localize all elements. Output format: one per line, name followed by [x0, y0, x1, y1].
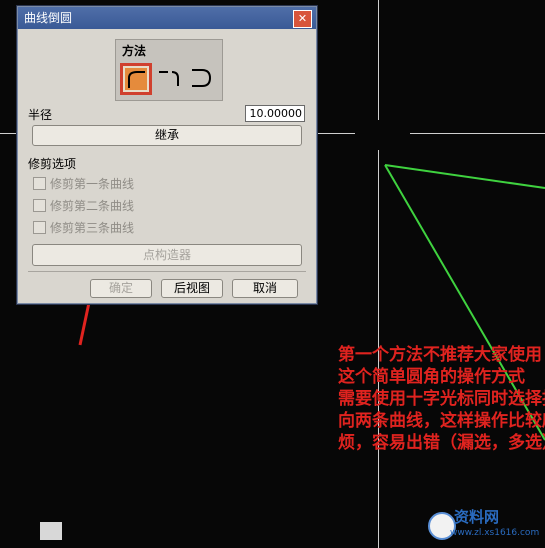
trim-options-label: 修剪选项 — [28, 157, 77, 171]
back-button[interactable]: 后视图 — [161, 279, 223, 298]
annotation-line: 这个简单圆角的操作方式 — [338, 367, 525, 387]
curve-line-1 — [384, 164, 545, 189]
method-simple-fillet-button[interactable] — [120, 63, 152, 95]
watermark-title: 资料网 — [454, 508, 500, 526]
cancel-button[interactable]: 取消 — [232, 279, 298, 298]
trim-first-checkbox[interactable] — [33, 177, 46, 190]
method-group: 方法 — [115, 39, 223, 101]
annotation-line: 向两条曲线，这样操作比较麻 — [338, 411, 545, 431]
radius-input[interactable]: 10.00000 — [245, 105, 305, 122]
point-constructor-button[interactable]: 点构造器 — [32, 244, 302, 266]
three-curve-fillet-icon — [192, 69, 212, 87]
annotation-line: 需要使用十字光标同时选择指 — [338, 389, 545, 409]
watermark: 资料网 www.zl.xs1616.com — [420, 506, 540, 544]
simple-fillet-icon — [125, 68, 147, 90]
coordinate-axis-icon — [40, 522, 62, 540]
dialog-titlebar: 曲线倒圆 ✕ — [18, 7, 316, 29]
watermark-url: www.zl.xs1616.com — [450, 528, 540, 538]
two-curve-fillet-icon — [159, 71, 179, 86]
trim-third-checkbox[interactable] — [33, 221, 46, 234]
inherit-button[interactable]: 继承 — [32, 125, 302, 146]
fillet-dialog: 曲线倒圆 ✕ 方法 半径 10.00000 继承 修剪选项 修剪第一条曲线 修剪… — [17, 6, 317, 304]
method-label: 方法 — [122, 44, 147, 58]
ok-button[interactable]: 确定 — [90, 279, 152, 298]
method-three-curve-fillet-button[interactable] — [188, 64, 216, 92]
button-separator — [28, 271, 306, 272]
trim-first-label: 修剪第一条曲线 — [50, 177, 135, 191]
method-two-curve-fillet-button[interactable] — [156, 64, 184, 92]
annotation-text: 第一个方法不推荐大家使用 这个简单圆角的操作方式 需要使用十字光标同时选择指 向… — [338, 344, 545, 454]
annotation-line: 第一个方法不推荐大家使用 — [338, 345, 542, 365]
trim-third-label: 修剪第三条曲线 — [50, 221, 135, 235]
radius-label: 半径 — [28, 108, 53, 122]
trim-second-label: 修剪第二条曲线 — [50, 199, 135, 213]
trim-second-checkbox[interactable] — [33, 199, 46, 212]
dialog-title: 曲线倒圆 — [24, 11, 73, 25]
annotation-line: 烦，容易出错（漏选，多选） — [338, 433, 545, 453]
close-button[interactable]: ✕ — [293, 10, 312, 28]
